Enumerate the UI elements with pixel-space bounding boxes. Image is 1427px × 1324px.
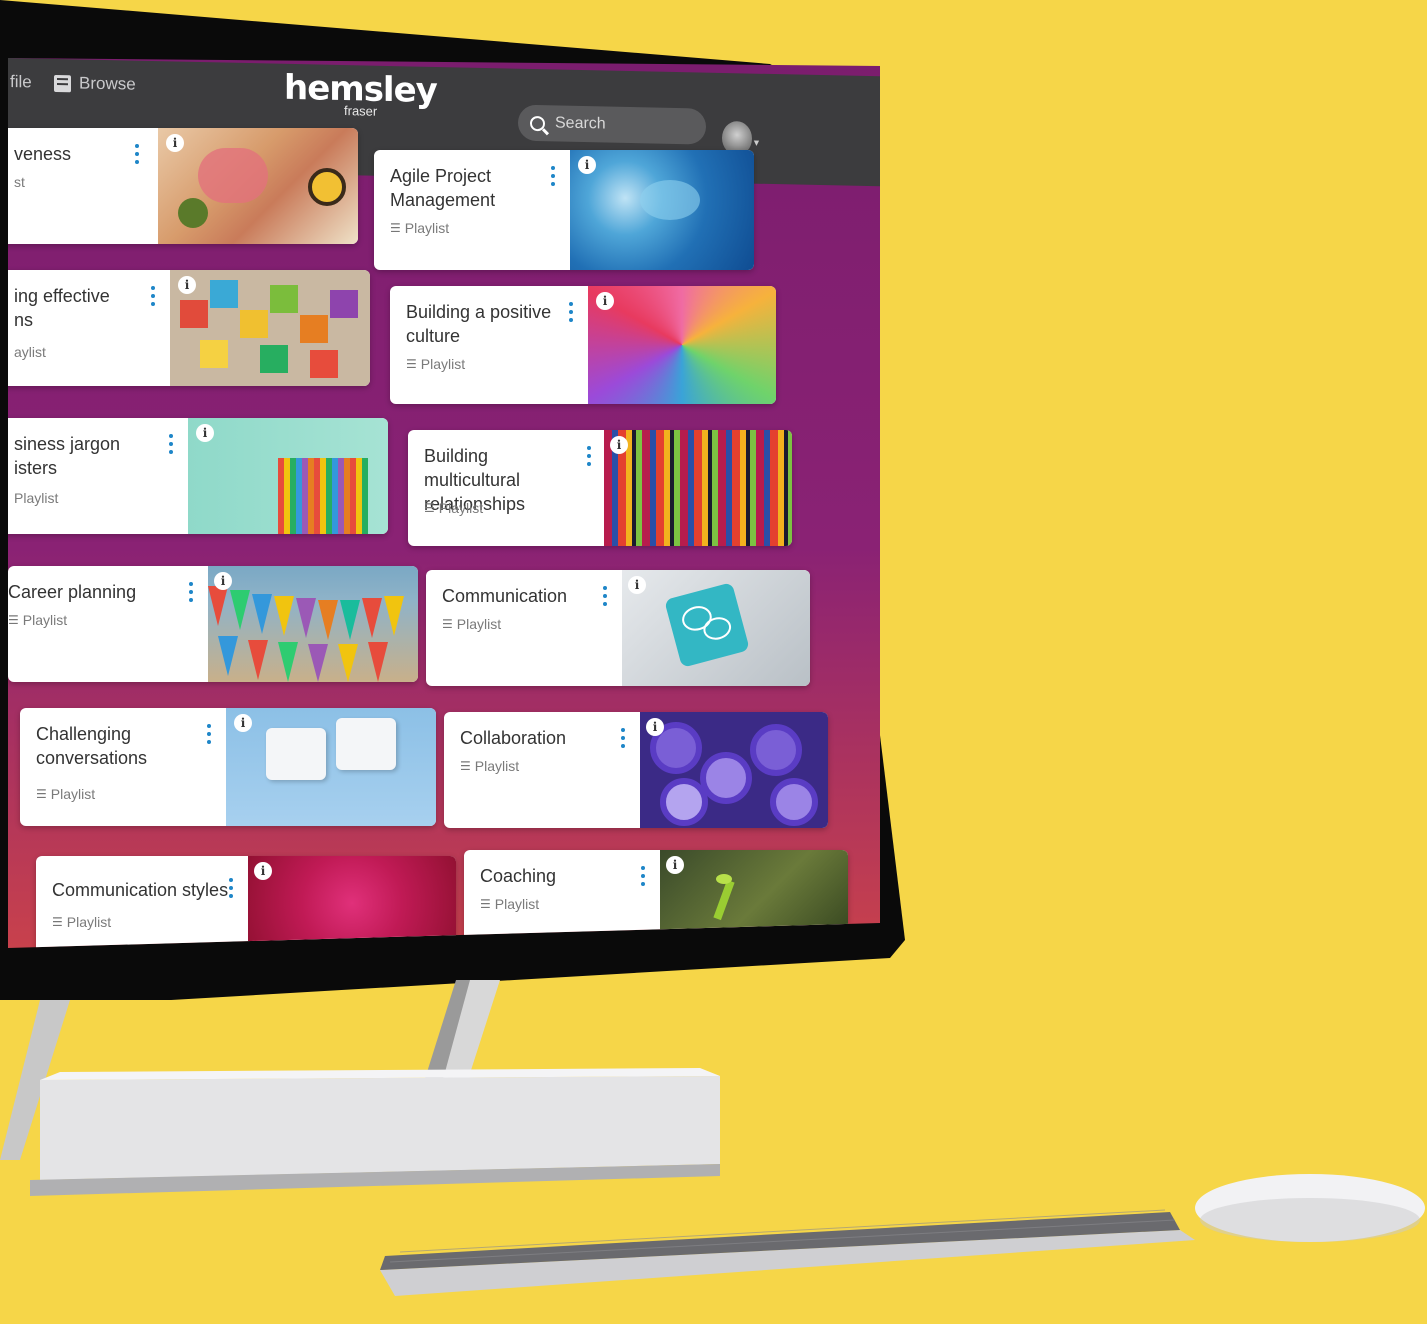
list-icon: ☰ [36, 787, 47, 801]
card-thumbnail [622, 570, 810, 686]
list-item[interactable]: Communication styles ☰ Playlist i [36, 856, 456, 948]
info-icon[interactable]: i [178, 276, 196, 294]
card-type: Playlist [14, 490, 59, 506]
info-icon[interactable]: i [166, 134, 184, 152]
nav-profile-label: file [10, 72, 32, 92]
list-icon: ☰ [406, 357, 417, 371]
card-type: ☰ Playlist [442, 616, 502, 632]
card-menu-button[interactable] [640, 866, 646, 886]
list-item[interactable]: Challenging conversations ☰ Playlist i [20, 708, 436, 826]
card-type: ☰ Playlist [390, 220, 450, 236]
card-type: ☰ Playlist [36, 786, 96, 802]
monitor: file Browse hemsley fraser Search ▼ vene… [0, 0, 1427, 1000]
info-icon[interactable]: i [596, 292, 614, 310]
card-title: Communication styles [52, 880, 229, 900]
list-icon: ☰ [480, 897, 491, 911]
card-thumbnail [604, 430, 792, 546]
list-item[interactable]: Communication ☰ Playlist i [426, 570, 810, 686]
list-icon: ☰ [442, 617, 453, 631]
logo-sub-text: fraser [344, 103, 378, 119]
list-item[interactable]: Collaboration ☰ Playlist i [444, 712, 828, 828]
list-icon: ☰ [460, 759, 471, 773]
list-icon: ☰ [52, 915, 63, 929]
card-menu-button[interactable] [134, 144, 140, 164]
card-type: ☰ Playlist [52, 914, 112, 930]
card-type: ☰ Playlist [480, 896, 540, 912]
info-icon[interactable]: i [214, 572, 232, 590]
card-menu-button[interactable] [206, 724, 212, 744]
info-icon[interactable]: i [666, 856, 684, 874]
card-menu-button[interactable] [602, 586, 608, 606]
search-input[interactable]: Search [518, 104, 706, 145]
card-title: Collaboration [460, 728, 567, 748]
card-thumbnail [248, 856, 456, 948]
chevron-down-icon[interactable]: ▼ [752, 138, 761, 148]
card-title: Communication [442, 586, 568, 606]
info-icon[interactable]: i [196, 424, 214, 442]
nav-browse-link[interactable]: Browse [54, 73, 136, 95]
list-item[interactable]: Building a positive culture ☰ Playlist i [390, 286, 776, 404]
info-icon[interactable]: i [628, 576, 646, 594]
card-menu-button[interactable] [188, 582, 194, 602]
nav-browse-label: Browse [79, 73, 136, 94]
list-item[interactable]: ing effective ns aylist i [8, 270, 370, 386]
list-item[interactable]: Career planning ☰ Playlist i [8, 566, 418, 682]
card-title: Career planning [8, 582, 137, 602]
card-thumbnail [640, 712, 828, 828]
card-title: ing effective ns [14, 286, 110, 330]
card-menu-button[interactable] [620, 728, 626, 748]
info-icon[interactable]: i [234, 714, 252, 732]
card-menu-button[interactable] [550, 166, 556, 186]
info-icon[interactable]: i [254, 862, 272, 880]
card-menu-button[interactable] [168, 434, 174, 454]
computer-hardware [0, 980, 1425, 1296]
card-thumbnail [226, 708, 436, 826]
nav-profile-link[interactable]: file [10, 72, 32, 92]
card-type: st [14, 174, 25, 190]
card-title: Building a positive culture [406, 302, 552, 346]
card-thumbnail [158, 128, 358, 244]
info-icon[interactable]: i [646, 718, 664, 736]
card-title: veness [14, 144, 72, 164]
card-type: ☰ Playlist [424, 500, 484, 516]
card-thumbnail [588, 286, 776, 404]
card-thumbnail [208, 566, 418, 682]
card-title: Challenging conversations [36, 724, 148, 768]
card-type: aylist [14, 344, 46, 360]
list-item[interactable]: veness st i [8, 128, 358, 244]
card-menu-button[interactable] [150, 286, 156, 306]
search-icon [530, 115, 545, 131]
info-icon[interactable]: i [610, 436, 628, 454]
bunting-graphic [208, 586, 404, 682]
list-icon: ☰ [390, 221, 401, 235]
list-icon: ☰ [8, 613, 19, 627]
archive-box-icon [54, 74, 71, 92]
card-title: Agile Project Management [390, 166, 496, 210]
card-thumbnail [170, 270, 370, 386]
card-thumbnail [570, 150, 754, 270]
list-item[interactable]: siness jargon isters Playlist i [8, 418, 388, 534]
card-type: ☰ Playlist [406, 356, 466, 372]
card-menu-button[interactable] [228, 878, 234, 898]
search-placeholder: Search [555, 114, 606, 133]
card-menu-button[interactable] [586, 446, 592, 466]
info-icon[interactable]: i [578, 156, 596, 174]
card-title: Coaching [480, 866, 557, 886]
card-type: ☰ Playlist [460, 758, 520, 774]
list-item[interactable]: Agile Project Management ☰ Playlist i [374, 150, 754, 270]
list-icon: ☰ [424, 501, 435, 515]
card-title: siness jargon isters [14, 434, 121, 478]
list-item[interactable]: Building multicultural relationships ☰ Pl… [408, 430, 792, 546]
app-screen: file Browse hemsley fraser Search ▼ vene… [8, 58, 880, 948]
card-menu-button[interactable] [568, 302, 574, 322]
monitor-base [40, 1076, 720, 1180]
card-type: ☰ Playlist [8, 612, 68, 628]
card-thumbnail [188, 418, 388, 534]
